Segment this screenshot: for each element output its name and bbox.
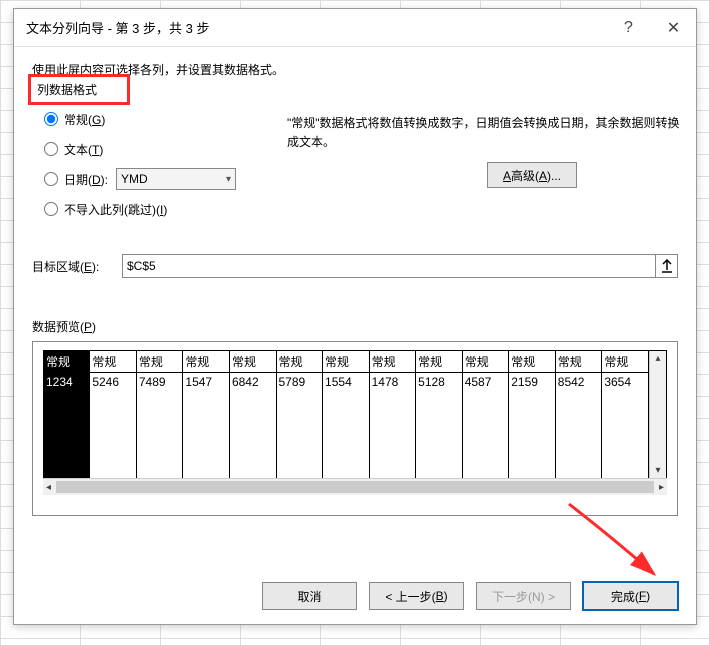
preview-table[interactable]: 常规常规常规常规常规常规常规常规常规常规常规常规常规 1234524674891… <box>44 351 649 479</box>
preview-cell[interactable]: 5128 <box>416 373 463 392</box>
preview-cell[interactable]: 1547 <box>183 373 230 392</box>
range-selector-button[interactable] <box>656 254 678 278</box>
preview-column-header[interactable]: 常规 <box>44 351 90 373</box>
destination-input[interactable]: $C$5 <box>122 254 656 278</box>
column-data-format-legend: 列数据格式 <box>28 74 130 105</box>
text-to-columns-wizard-dialog: 文本分列向导 - 第 3 步，共 3 步 ? ✕ 使用此屏内容可选择各列，并设置… <box>13 8 697 625</box>
preview-cell[interactable]: 4587 <box>462 373 509 392</box>
preview-column-header[interactable]: 常规 <box>276 351 323 373</box>
preview-column-header[interactable]: 常规 <box>416 351 463 373</box>
preview-cell[interactable]: 2159 <box>509 373 556 392</box>
format-info-column: "常规"数据格式将数值转换成数字，日期值会转换成日期，其余数据则转换成文本。 A… <box>287 114 682 188</box>
preview-cell-empty <box>136 391 183 479</box>
radio-date[interactable] <box>44 172 58 186</box>
dialog-footer: 取消 < 上一步(B) 下一步(N) > 完成(F) <box>262 582 678 610</box>
preview-column-header[interactable]: 常规 <box>509 351 556 373</box>
preview-column-header[interactable]: 常规 <box>323 351 370 373</box>
preview-cell[interactable]: 7489 <box>136 373 183 392</box>
scroll-thumb[interactable] <box>56 481 654 493</box>
preview-cell[interactable]: 1234 <box>44 373 90 392</box>
chevron-down-icon: ▾ <box>226 174 231 185</box>
column-data-format-group: 列数据格式 常规(G) 文本(T) 日期(D): YMD ▾ 不导入此列( <box>32 86 678 224</box>
preview-cell-empty <box>323 391 370 479</box>
preview-cell-empty <box>602 391 649 479</box>
preview-table-wrap: 常规常规常规常规常规常规常规常规常规常规常规常规常规 1234524674891… <box>43 350 667 479</box>
data-preview-box: 常规常规常规常规常规常规常规常规常规常规常规常规常规 1234524674891… <box>32 341 678 516</box>
preview-cell-empty <box>462 391 509 479</box>
radio-text[interactable] <box>44 142 58 156</box>
titlebar: 文本分列向导 - 第 3 步，共 3 步 ? ✕ <box>14 9 696 47</box>
preview-column-header[interactable]: 常规 <box>183 351 230 373</box>
preview-column-header[interactable]: 常规 <box>555 351 602 373</box>
preview-cell-empty <box>44 391 90 479</box>
format-info-text: "常规"数据格式将数值转换成数字，日期值会转换成日期，其余数据则转换成文本。 <box>287 114 682 152</box>
scroll-up-icon[interactable]: ▴ <box>652 353 663 364</box>
destination-label: 目标区域(E): <box>32 258 122 275</box>
preview-cell[interactable]: 1478 <box>369 373 416 392</box>
preview-cell[interactable]: 6842 <box>229 373 276 392</box>
range-selector-icon <box>661 259 673 273</box>
radio-text-label: 文本(T) <box>64 141 103 158</box>
back-button[interactable]: < 上一步(B) <box>369 582 464 610</box>
date-format-select[interactable]: YMD ▾ <box>116 168 236 190</box>
radio-general[interactable] <box>44 112 58 126</box>
scroll-right-icon[interactable]: ▸ <box>656 482 667 493</box>
preview-cell-empty <box>90 391 137 479</box>
preview-cell[interactable]: 1554 <box>323 373 370 392</box>
scroll-left-icon[interactable]: ◂ <box>43 482 54 493</box>
preview-cell[interactable]: 8542 <box>555 373 602 392</box>
next-button: 下一步(N) > <box>476 582 571 610</box>
preview-column-header[interactable]: 常规 <box>369 351 416 373</box>
preview-cell[interactable]: 5789 <box>276 373 323 392</box>
preview-vertical-scrollbar[interactable]: ▴ ▾ <box>649 351 666 478</box>
radio-skip-row[interactable]: 不导入此列(跳过)(I) <box>44 194 678 224</box>
finish-button[interactable]: 完成(F) <box>583 582 678 610</box>
dialog-body: 使用此屏内容可选择各列，并设置其数据格式。 列数据格式 常规(G) 文本(T) … <box>14 47 696 516</box>
radio-date-label: 日期(D): <box>64 171 108 188</box>
preview-cell-empty <box>416 391 463 479</box>
preview-cell-empty <box>509 391 556 479</box>
preview-cell-empty <box>183 391 230 479</box>
help-button[interactable]: ? <box>606 9 651 47</box>
advanced-button[interactable]: A高级(A)...高级(A)... <box>487 162 577 188</box>
radio-skip[interactable] <box>44 202 58 216</box>
preview-horizontal-scrollbar[interactable]: ◂ ▸ <box>43 478 667 495</box>
preview-cell-empty <box>276 391 323 479</box>
preview-cell-empty <box>229 391 276 479</box>
preview-column-header[interactable]: 常规 <box>136 351 183 373</box>
preview-column-header[interactable]: 常规 <box>462 351 509 373</box>
dialog-title: 文本分列向导 - 第 3 步，共 3 步 <box>26 18 606 37</box>
cancel-button[interactable]: 取消 <box>262 582 357 610</box>
preview-cell-empty <box>555 391 602 479</box>
close-button[interactable]: ✕ <box>651 9 696 47</box>
preview-cell-empty <box>369 391 416 479</box>
preview-column-header[interactable]: 常规 <box>90 351 137 373</box>
preview-column-header[interactable]: 常规 <box>229 351 276 373</box>
radio-general-label: 常规(G) <box>64 111 105 128</box>
radio-skip-label: 不导入此列(跳过)(I) <box>64 201 167 218</box>
scroll-down-icon[interactable]: ▾ <box>652 465 663 476</box>
preview-cell[interactable]: 5246 <box>90 373 137 392</box>
preview-cell[interactable]: 3654 <box>602 373 649 392</box>
data-preview-label: 数据预览(P) <box>32 318 678 335</box>
destination-row: 目标区域(E): $C$5 <box>32 254 678 278</box>
preview-column-header[interactable]: 常规 <box>602 351 649 373</box>
date-format-value: YMD <box>121 172 148 186</box>
